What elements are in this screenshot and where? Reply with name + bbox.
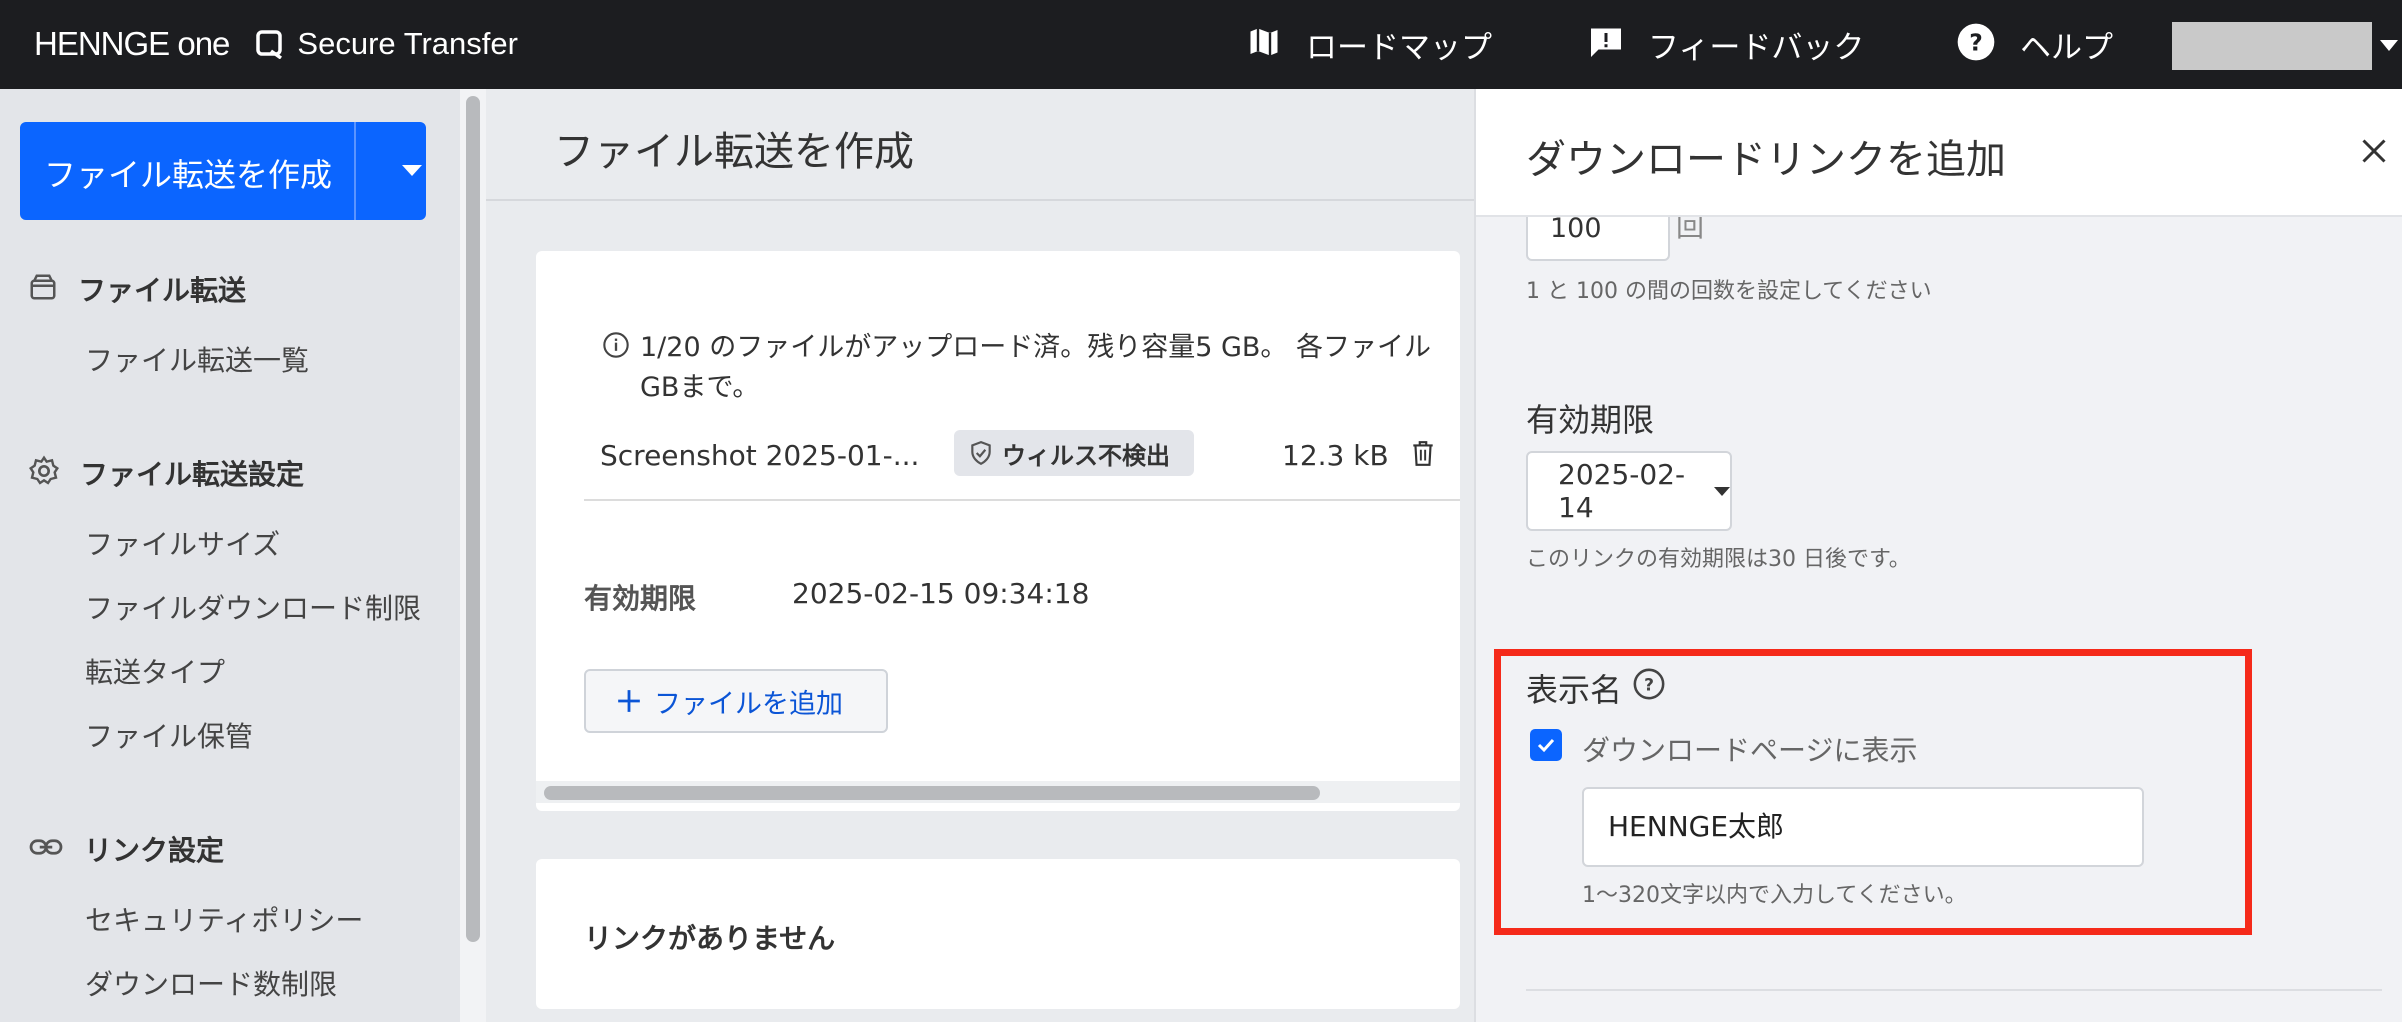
section-label: ファイル転送設定	[80, 458, 305, 491]
file-divider	[584, 499, 1460, 501]
top-header: HENNGE one Secure Transfer ロードマップ フィードバッ…	[0, 0, 2402, 89]
chevron-down-icon	[1714, 486, 1730, 496]
plus-icon	[616, 688, 642, 714]
links-card: リンクがありません	[536, 859, 1460, 1009]
page-title: ファイル転送を作成	[554, 129, 914, 175]
create-transfer-button[interactable]: ファイル転送を作成	[20, 122, 426, 220]
count-hint: 1 と 100 の間の回数を設定してください	[1526, 279, 1932, 304]
feedback-link[interactable]: フィードバック	[1588, 18, 1864, 70]
henngeone-logo: HENNGE one	[34, 25, 230, 62]
map-icon	[1246, 24, 1282, 64]
virus-scan-badge: ウィルス不検出	[954, 430, 1194, 476]
expiry-date-select[interactable]: 2025-02-14	[1526, 451, 1732, 531]
feedback-icon	[1588, 24, 1624, 64]
section-label: リンク設定	[84, 834, 225, 867]
expiry-date-value: 2025-02-14	[1558, 458, 1686, 524]
shield-check-icon	[968, 440, 994, 466]
gear-icon	[28, 455, 60, 491]
feedback-label: フィードバック	[1648, 29, 1865, 66]
product-name: Secure Transfer	[297, 26, 518, 61]
sidebar-item-file-size[interactable]: ファイルサイズ	[85, 523, 280, 563]
page-header: ファイル転送を作成	[486, 89, 1474, 201]
sidebar-section-link-settings: リンク設定	[28, 829, 224, 869]
drawer-header: ダウンロードリンクを追加	[1476, 89, 2402, 217]
expiry-field-label: 有効期限	[1526, 401, 1655, 439]
roadmap-link[interactable]: ロードマップ	[1246, 18, 1492, 70]
sidebar-item-download-limit[interactable]: ファイルダウンロード制限	[85, 587, 421, 627]
help-label: ヘルプ	[2020, 29, 2113, 66]
sidebar-scroll-thumb[interactable]	[466, 96, 480, 942]
section-divider	[1526, 989, 2382, 991]
close-icon[interactable]	[2356, 133, 2392, 169]
roadmap-label: ロードマップ	[1306, 29, 1492, 66]
upload-card: 1/20 のファイルがアップロード済。残り容量5 GB。 各ファイル GBまで。…	[536, 251, 1460, 811]
create-transfer-label: ファイル転送を作成	[44, 156, 333, 194]
horizontal-scroll-thumb[interactable]	[544, 786, 1320, 800]
upload-info: 1/20 のファイルがアップロード済。残り容量5 GB。 各ファイル	[640, 332, 1432, 363]
add-file-button[interactable]: ファイルを追加	[584, 669, 888, 733]
sidebar-item-transfer-list[interactable]: ファイル転送一覧	[85, 339, 309, 379]
sidebar-item-security-policy[interactable]: セキュリティポリシー	[85, 899, 363, 939]
brand[interactable]: HENNGE one Secure Transfer	[34, 22, 518, 66]
sidebar-item-download-count-limit[interactable]: ダウンロード数制限	[85, 963, 337, 1003]
link-icon	[28, 832, 64, 866]
sidebar-section-transfer-settings: ファイル転送設定	[28, 453, 304, 493]
help-link[interactable]: ? ヘルプ	[1956, 18, 2113, 70]
file-size: 12.3 kB	[1282, 439, 1389, 472]
expiry-label: 有効期限	[584, 582, 697, 615]
sidebar-section-transfers: ファイル転送	[28, 269, 246, 309]
chevron-down-icon[interactable]	[402, 165, 422, 176]
add-file-label: ファイルを追加	[654, 688, 843, 720]
main-content: ファイル転送を作成 1/20 のファイルがアップロード済。残り容量5 GB。 各…	[486, 89, 1474, 1022]
upload-info-cont: GBまで。	[640, 372, 760, 403]
box-icon	[28, 272, 58, 306]
highlight-box	[1494, 649, 2252, 935]
chevron-down-icon[interactable]	[2380, 40, 2398, 51]
svg-text:?: ?	[1969, 28, 1983, 56]
button-divider	[354, 122, 356, 220]
drawer-title: ダウンロードリンクを追加	[1526, 137, 2006, 183]
badge-label: ウィルス不検出	[1002, 441, 1170, 470]
expiry-hint: このリンクの有効期限は30 日後です。	[1526, 547, 1911, 572]
sidebar-item-transfer-type[interactable]: 転送タイプ	[85, 651, 225, 691]
sidebar: ファイル転送を作成 ファイル転送 ファイル転送一覧 ファイル転送設定 ファイルサ…	[0, 89, 460, 1022]
empty-links-message: リンクがありません	[584, 922, 836, 955]
expiry-value: 2025-02-15 09:34:18	[792, 577, 1090, 610]
file-name: Screenshot 2025-01-...	[600, 439, 920, 472]
trash-icon[interactable]	[1410, 439, 1436, 471]
user-menu[interactable]	[2172, 22, 2372, 70]
add-download-link-drawer: 100 回 1 と 100 の間の回数を設定してください 有効期限 2025-0…	[1474, 89, 2402, 1022]
sidebar-item-file-storage[interactable]: ファイル保管	[85, 715, 253, 755]
help-icon: ?	[1956, 22, 1996, 66]
secure-transfer-icon	[255, 29, 283, 60]
info-icon	[602, 331, 630, 363]
section-label: ファイル転送	[78, 274, 247, 307]
